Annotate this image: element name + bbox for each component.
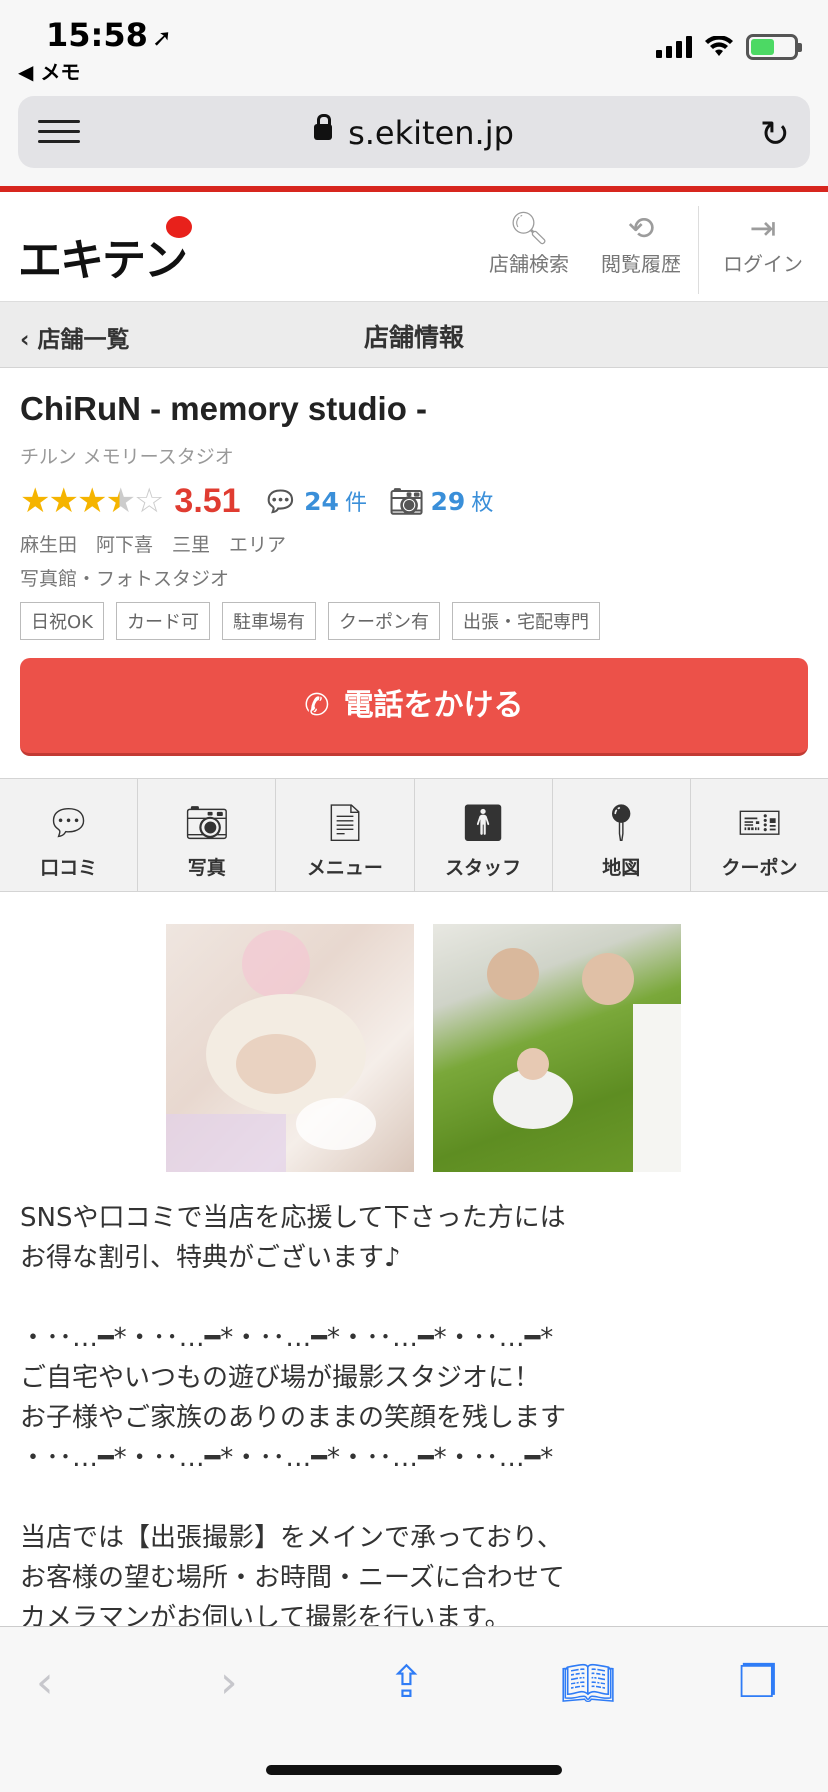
shop-name: ChiRuN - memory studio - xyxy=(20,390,428,427)
rating-row: ★★★★☆ 3.51 💬︎ 24 件 📷︎ 29 枚 xyxy=(20,478,493,524)
tabs-icon[interactable]: ❐ xyxy=(738,1657,777,1708)
rating-score: 3.51 xyxy=(174,481,241,520)
shop-tab-nav: 💬︎ 口コミ 📷︎ 写真 📄︎ メニュー 🚹︎ スタッフ 📍︎ 地図 🎫︎ クーポン xyxy=(0,778,828,892)
reload-icon[interactable]: ↻ xyxy=(760,114,790,155)
review-count-link[interactable]: 💬︎ 24 件 xyxy=(263,485,367,518)
tab-reviews[interactable]: 💬︎ 口コミ xyxy=(0,779,139,891)
history-icon: ⟲ xyxy=(627,209,655,247)
search-icon: 🔍︎ xyxy=(508,209,550,247)
back-icon[interactable]: ‹ xyxy=(36,1657,54,1708)
tab-menu[interactable]: 📄︎ メニュー xyxy=(276,779,415,891)
camera-icon: 📷︎ xyxy=(183,803,230,844)
share-icon[interactable]: ⇪ xyxy=(388,1657,425,1708)
tag: 日祝OK xyxy=(20,602,104,640)
star-rating: ★★★★☆ xyxy=(20,481,164,521)
shop-photo-baby[interactable] xyxy=(166,924,414,1172)
bookmarks-icon[interactable]: 📖︎ xyxy=(560,1657,616,1709)
person-icon: 🚹︎ xyxy=(460,803,506,844)
tag: 出張・宅配専門 xyxy=(451,602,600,640)
location-arrow-icon: ➚ xyxy=(151,24,172,52)
photo-count-link[interactable]: 📷︎ 29 枚 xyxy=(389,485,493,518)
document-icon: 📄︎ xyxy=(322,803,368,844)
url-field[interactable]: s.ekiten.jp xyxy=(18,114,810,152)
camera-icon: 📷︎ xyxy=(388,484,425,518)
feature-tags: 日祝OK カード可 駐車場有 クーポン有 出張・宅配専門 xyxy=(20,602,600,640)
back-to-app-link[interactable]: ◀ メモ xyxy=(18,56,80,85)
login-icon: ⇥ xyxy=(749,209,777,247)
wifi-icon xyxy=(705,36,733,56)
shop-search-button[interactable]: 🔍︎ 店舗検索 xyxy=(484,208,574,277)
map-pin-icon: 📍︎ xyxy=(598,803,645,844)
tab-photos[interactable]: 📷︎ 写真 xyxy=(138,779,277,891)
header-divider xyxy=(698,206,699,294)
history-label: 閲覧履歴 xyxy=(601,252,681,276)
tag: 駐車場有 xyxy=(221,602,316,640)
tab-staff[interactable]: 🚹︎ スタッフ xyxy=(415,779,553,891)
home-indicator xyxy=(266,1765,562,1775)
call-button[interactable]: ✆ 電話をかける xyxy=(20,658,808,756)
status-time: 15:58 ➚ xyxy=(46,16,172,54)
login-label: ログイン xyxy=(723,252,803,276)
shop-area: 麻生田 阿下喜 三里 エリア xyxy=(20,534,287,556)
tab-coupon[interactable]: 🎫︎ クーポン xyxy=(691,779,828,891)
phone-icon: ✆ xyxy=(304,688,330,723)
site-header: エキテン 🔍︎ 店舗検索 ⟲ 閲覧履歴 ⇥ ログイン xyxy=(0,192,828,302)
comment-icon: 💬︎ xyxy=(45,803,92,844)
lock-icon xyxy=(314,114,333,140)
shop-kana: チルン メモリースタジオ xyxy=(20,446,234,468)
forward-icon[interactable]: › xyxy=(220,1657,238,1708)
ticket-icon: 🎫︎ xyxy=(736,803,783,844)
tag: クーポン有 xyxy=(327,602,440,640)
shop-category: 写真館・フォトスタジオ xyxy=(20,568,230,590)
comment-icon: 💬︎ xyxy=(262,484,299,518)
shop-search-label: 店舗検索 xyxy=(489,252,569,276)
shop-description: SNSや口コミで当店を応援して下さった方には お得な割引、特典がございます♪ ・… xyxy=(20,1203,567,1628)
address-bar[interactable]: s.ekiten.jp ↻ xyxy=(18,96,810,168)
site-logo[interactable]: エキテン xyxy=(18,216,192,288)
battery-icon xyxy=(746,34,802,60)
login-button[interactable]: ⇥ ログイン xyxy=(718,208,808,277)
status-icons xyxy=(656,34,802,60)
history-button[interactable]: ⟲ 閲覧履歴 xyxy=(596,208,686,277)
page-title: 店舗情報 xyxy=(363,323,464,352)
cellular-signal-icon xyxy=(656,36,692,58)
status-bar: 15:58 ➚ ◀ メモ xyxy=(0,0,828,92)
tag: カード可 xyxy=(115,602,210,640)
shop-photo-family[interactable] xyxy=(433,924,681,1172)
browser-address-area: s.ekiten.jp ↻ xyxy=(0,92,828,188)
breadcrumb: ‹ 店舗一覧 店舗情報 xyxy=(0,302,828,368)
tab-map[interactable]: 📍︎ 地図 xyxy=(553,779,691,891)
